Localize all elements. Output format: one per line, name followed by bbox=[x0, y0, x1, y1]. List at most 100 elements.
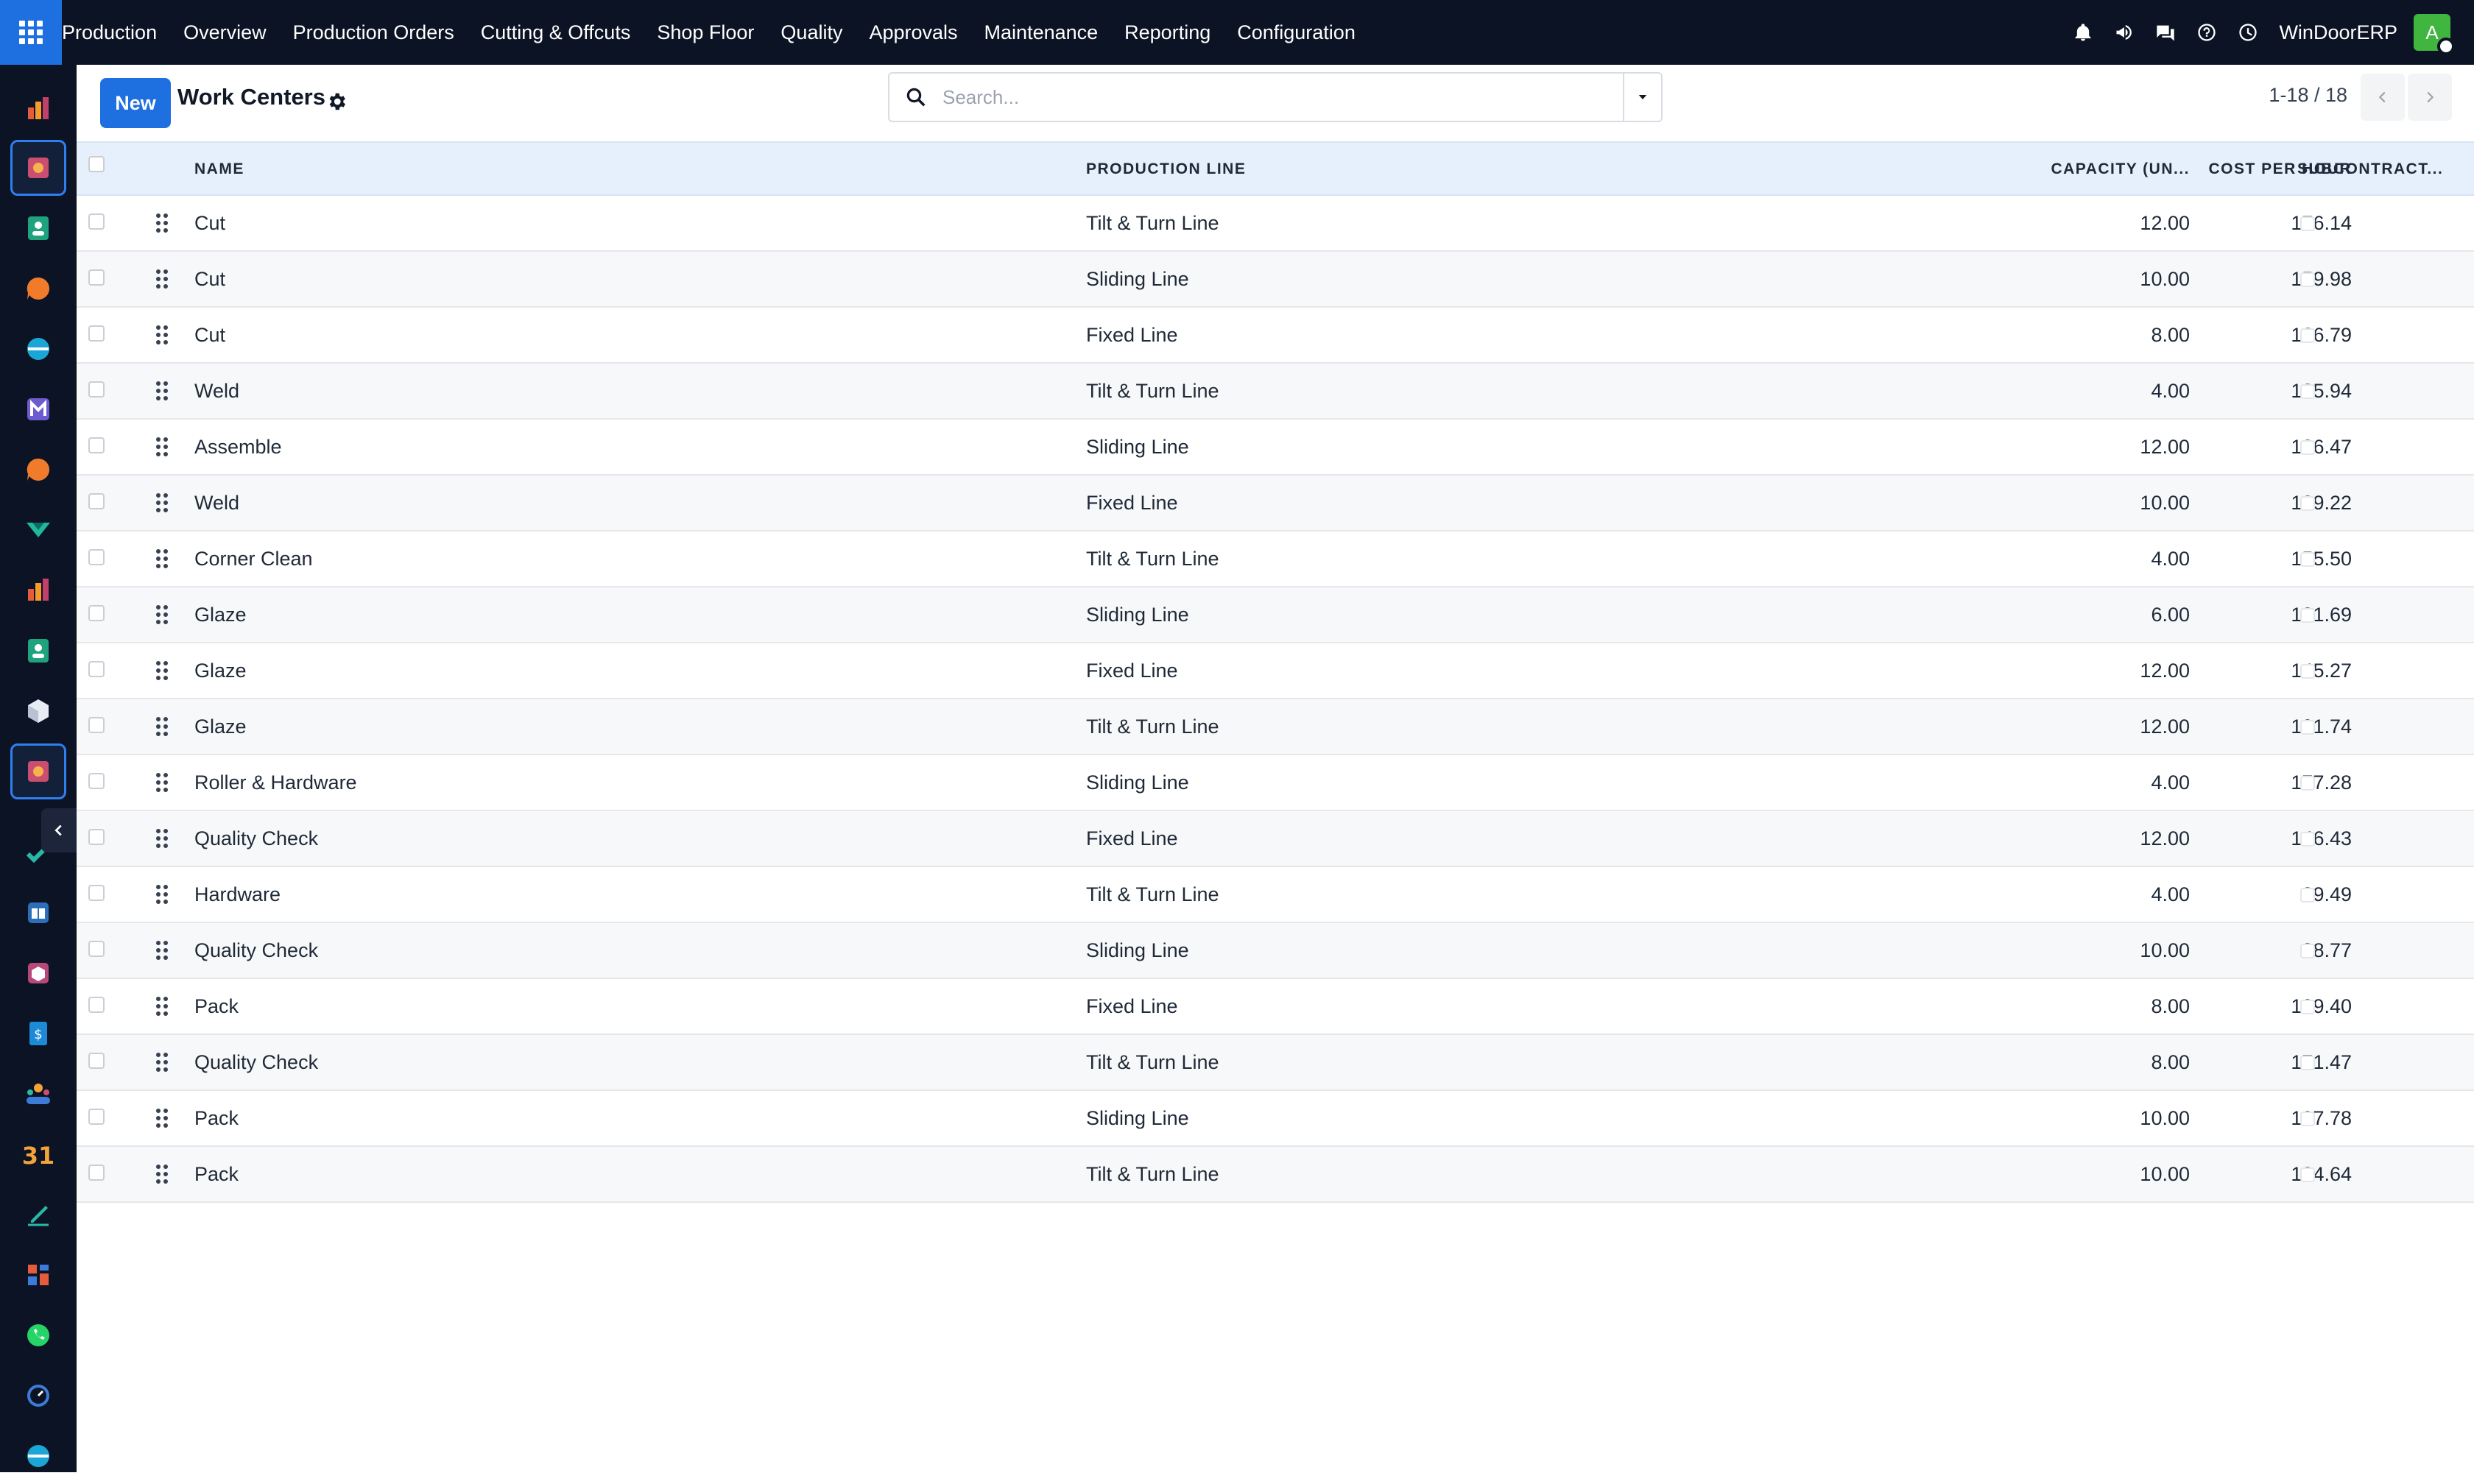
table-row[interactable]: Hardware Tilt & Turn Line 4.00 89.49 bbox=[77, 867, 2474, 923]
drag-handle-icon[interactable] bbox=[155, 548, 169, 569]
subcontract-checkbox[interactable] bbox=[2300, 272, 2315, 287]
sidebar-app-inventory[interactable] bbox=[10, 502, 66, 558]
cell-name[interactable]: Hardware bbox=[194, 867, 281, 922]
sidebar-app-livechat[interactable] bbox=[10, 442, 66, 498]
cell-name[interactable]: Cut bbox=[194, 196, 225, 250]
subcontract-checkbox[interactable] bbox=[2300, 720, 2315, 735]
subcontract-checkbox[interactable] bbox=[2300, 1112, 2315, 1126]
drag-handle-icon[interactable] bbox=[155, 940, 169, 961]
drag-handle-icon[interactable] bbox=[155, 325, 169, 345]
menu-reporting[interactable]: Reporting bbox=[1111, 0, 1224, 65]
menu-production-orders[interactable]: Production Orders bbox=[280, 0, 468, 65]
sidebar-app-planning-2[interactable] bbox=[10, 1428, 66, 1484]
subcontract-checkbox[interactable] bbox=[2300, 216, 2315, 231]
cell-production-line[interactable]: Fixed Line bbox=[1086, 308, 1178, 362]
cell-name[interactable]: Glaze bbox=[194, 699, 247, 754]
new-button[interactable]: New bbox=[100, 78, 171, 128]
gear-icon[interactable] bbox=[325, 91, 348, 113]
cell-production-line[interactable]: Tilt & Turn Line bbox=[1086, 196, 1219, 250]
sidebar-app-manufacturing[interactable] bbox=[10, 140, 66, 196]
column-header-subcontract[interactable]: SUBCONTRACT... bbox=[2297, 143, 2467, 196]
column-header-production-line[interactable]: PRODUCTION LINE bbox=[1086, 143, 1246, 196]
cell-name[interactable]: Weld bbox=[194, 364, 239, 418]
table-row[interactable]: Cut Sliding Line 10.00 159.98 bbox=[77, 252, 2474, 308]
menu-overview[interactable]: Overview bbox=[170, 0, 280, 65]
cell-production-line[interactable]: Sliding Line bbox=[1086, 252, 1189, 306]
drag-handle-icon[interactable] bbox=[155, 716, 169, 737]
row-checkbox[interactable] bbox=[88, 1109, 105, 1125]
app-switcher-button[interactable] bbox=[0, 0, 62, 65]
bell-icon[interactable] bbox=[2062, 0, 2104, 65]
drag-handle-icon[interactable] bbox=[155, 437, 169, 457]
sidebar-app-knowledge[interactable] bbox=[10, 885, 66, 941]
select-all-checkbox[interactable] bbox=[88, 156, 105, 172]
subcontract-checkbox[interactable] bbox=[2300, 552, 2315, 567]
table-row[interactable]: Corner Clean Tilt & Turn Line 4.00 155.50 bbox=[77, 531, 2474, 587]
company-switcher[interactable]: WinDoorERP bbox=[2269, 21, 2414, 44]
subcontract-checkbox[interactable] bbox=[2300, 888, 2315, 902]
cell-production-line[interactable]: Fixed Line bbox=[1086, 979, 1178, 1034]
search-input[interactable] bbox=[942, 75, 1620, 119]
drag-handle-icon[interactable] bbox=[155, 660, 169, 681]
table-row[interactable]: Pack Fixed Line 8.00 109.40 bbox=[77, 979, 2474, 1035]
sidebar-app-dashboards[interactable] bbox=[10, 81, 66, 137]
sidebar-app-packages[interactable] bbox=[10, 683, 66, 739]
cell-name[interactable]: Quality Check bbox=[194, 811, 318, 866]
cell-name[interactable]: Glaze bbox=[194, 643, 247, 698]
row-checkbox[interactable] bbox=[88, 549, 105, 565]
drag-handle-icon[interactable] bbox=[155, 828, 169, 849]
row-checkbox[interactable] bbox=[88, 605, 105, 621]
subcontract-checkbox[interactable] bbox=[2300, 664, 2315, 679]
table-row[interactable]: Glaze Tilt & Turn Line 12.00 101.74 bbox=[77, 699, 2474, 755]
sidebar-app-manufacturing-2[interactable] bbox=[10, 743, 66, 799]
row-checkbox[interactable] bbox=[88, 1053, 105, 1069]
menu-approvals[interactable]: Approvals bbox=[856, 0, 970, 65]
table-row[interactable]: Pack Sliding Line 10.00 107.78 bbox=[77, 1091, 2474, 1147]
help-icon[interactable] bbox=[2186, 0, 2227, 65]
row-checkbox[interactable] bbox=[88, 829, 105, 845]
cell-name[interactable]: Glaze bbox=[194, 587, 247, 642]
subcontract-checkbox[interactable] bbox=[2300, 608, 2315, 623]
row-checkbox[interactable] bbox=[88, 773, 105, 789]
subcontract-checkbox[interactable] bbox=[2300, 496, 2315, 511]
row-checkbox[interactable] bbox=[88, 997, 105, 1013]
subcontract-checkbox[interactable] bbox=[2300, 328, 2315, 343]
cell-name[interactable]: Pack bbox=[194, 1147, 239, 1201]
row-checkbox[interactable] bbox=[88, 1165, 105, 1181]
drag-handle-icon[interactable] bbox=[155, 269, 169, 289]
drag-handle-icon[interactable] bbox=[155, 1108, 169, 1128]
cell-name[interactable]: Cut bbox=[194, 252, 225, 306]
cell-name[interactable]: Roller & Hardware bbox=[194, 755, 357, 810]
pager-value[interactable]: 1-18 / 18 bbox=[2269, 84, 2347, 107]
pager-previous-button[interactable] bbox=[2361, 74, 2405, 121]
cell-name[interactable]: Cut bbox=[194, 308, 225, 362]
sidebar-app-reports[interactable] bbox=[10, 562, 66, 618]
sidebar-app-discuss[interactable] bbox=[10, 261, 66, 317]
table-row[interactable]: Quality Check Tilt & Turn Line 8.00 171.47 bbox=[77, 1035, 2474, 1091]
drag-handle-icon[interactable] bbox=[155, 996, 169, 1017]
drag-handle-icon[interactable] bbox=[155, 381, 169, 401]
sidebar-app-contacts[interactable] bbox=[10, 200, 66, 256]
row-checkbox[interactable] bbox=[88, 493, 105, 509]
row-checkbox[interactable] bbox=[88, 381, 105, 398]
cell-production-line[interactable]: Tilt & Turn Line bbox=[1086, 867, 1219, 922]
sidebar-app-product[interactable] bbox=[10, 945, 66, 1001]
table-row[interactable]: Weld Tilt & Turn Line 4.00 125.94 bbox=[77, 364, 2474, 420]
row-checkbox[interactable] bbox=[88, 325, 105, 342]
sidebar-app-clock[interactable] bbox=[10, 1368, 66, 1424]
sidebar-app-team[interactable] bbox=[10, 1066, 66, 1122]
drag-handle-icon[interactable] bbox=[155, 1164, 169, 1184]
table-row[interactable]: Assemble Sliding Line 12.00 126.47 bbox=[77, 420, 2474, 476]
row-checkbox[interactable] bbox=[88, 661, 105, 677]
megaphone-icon[interactable] bbox=[2104, 0, 2145, 65]
cell-production-line[interactable]: Tilt & Turn Line bbox=[1086, 1147, 1219, 1201]
cell-name[interactable]: Corner Clean bbox=[194, 531, 313, 586]
row-checkbox[interactable] bbox=[88, 717, 105, 733]
cell-production-line[interactable]: Sliding Line bbox=[1086, 923, 1189, 978]
pager-next-button[interactable] bbox=[2408, 74, 2452, 121]
row-checkbox[interactable] bbox=[88, 269, 105, 286]
menu-maintenance[interactable]: Maintenance bbox=[971, 0, 1112, 65]
cell-production-line[interactable]: Sliding Line bbox=[1086, 420, 1189, 474]
sidebar-app-sign[interactable] bbox=[10, 1187, 66, 1243]
subcontract-checkbox[interactable] bbox=[2300, 832, 2315, 847]
